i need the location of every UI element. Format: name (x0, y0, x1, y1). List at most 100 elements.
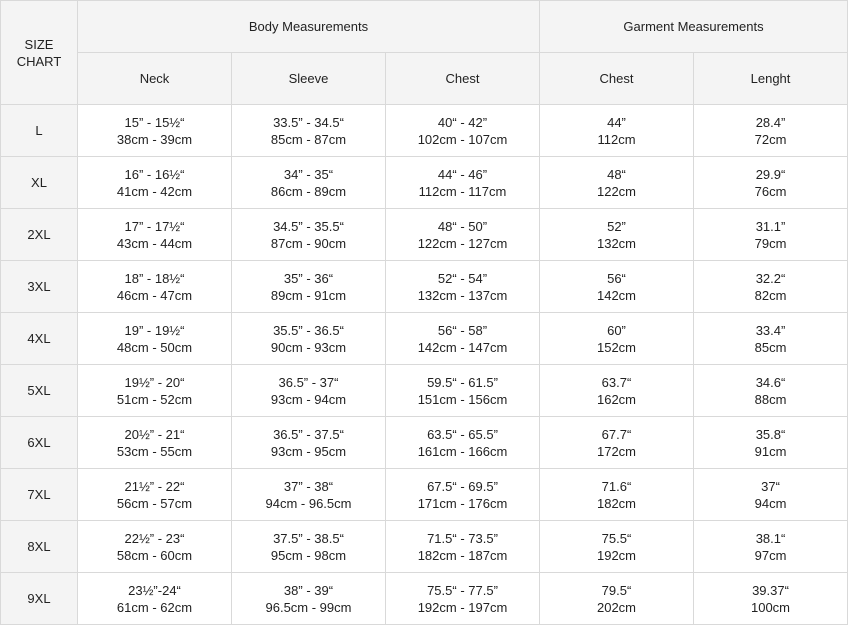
garment-chest-cell: 79.5“ 202cm (539, 572, 694, 625)
inches-value: 79.5“ (601, 582, 632, 598)
sleeve-cell: 38” - 39“ 96.5cm - 99cm (231, 572, 386, 625)
inches-value: 32.2“ (755, 270, 786, 286)
size-label: 9XL (0, 572, 78, 625)
inches-value: 35” - 36“ (283, 270, 334, 286)
inches-value: 38” - 39“ (283, 582, 334, 598)
sleeve-cell: 34.5” - 35.5“ 87cm - 90cm (231, 208, 386, 261)
inches-value: 22½” - 23“ (124, 530, 185, 546)
centimeters-value: 93cm - 94cm (270, 391, 347, 407)
column-header-row: Neck Sleeve Chest Chest Lenght (1, 52, 848, 105)
inches-value: 39.37“ (752, 582, 789, 598)
centimeters-value: 97cm (754, 547, 787, 563)
sleeve-cell: 37” - 38“ 94cm - 96.5cm (231, 468, 386, 521)
garment-chest-cell: 60” 152cm (539, 312, 694, 365)
size-label: 7XL (0, 468, 78, 521)
centimeters-value: 151cm - 156cm (417, 391, 508, 407)
table-row: L 15” - 15½“ 38cm - 39cm 33.5” - 34.5“ 85cm … (0, 104, 848, 157)
inches-value: 36.5” - 37“ (278, 374, 339, 390)
centimeters-value: 162cm (596, 391, 637, 407)
garment-chest-cell: 56“ 142cm (539, 260, 694, 313)
column-header-neck: Neck (77, 52, 232, 105)
centimeters-value: 53cm - 55cm (116, 443, 193, 459)
neck-cell: 16” - 16½“ 41cm - 42cm (77, 156, 232, 209)
size-label: 5XL (0, 364, 78, 417)
size-label: 8XL (0, 520, 78, 573)
garment-measurements-header: Garment Measurements (538, 0, 848, 53)
inches-value: 29.9“ (755, 166, 786, 182)
body-chest-cell: 75.5“ - 77.5” 192cm - 197cm (385, 572, 540, 625)
inches-value: 34.6“ (755, 374, 786, 390)
centimeters-value: 112cm (597, 131, 636, 147)
sleeve-cell: 35.5” - 36.5“ 90cm - 93cm (231, 312, 386, 365)
table-row: 5XL 19½” - 20“ 51cm - 52cm 36.5” - 37“ 93cm … (0, 364, 848, 417)
sleeve-cell: 36.5” - 37.5“ 93cm - 95cm (231, 416, 386, 469)
centimeters-value: 171cm - 176cm (417, 495, 508, 511)
body-chest-cell: 71.5“ - 73.5” 182cm - 187cm (385, 520, 540, 573)
centimeters-value: 61cm - 62cm (116, 599, 193, 615)
group-header-row: SIZE CHART Body Measurements Garment Mea… (0, 0, 848, 105)
garment-chest-cell: 48“ 122cm (539, 156, 694, 209)
centimeters-value: 152cm (596, 339, 637, 355)
centimeters-value: 94cm - 96.5cm (265, 495, 352, 511)
garment-chest-cell: 75.5“ 192cm (539, 520, 694, 573)
centimeters-value: 182cm (596, 495, 637, 511)
length-cell: 29.9“ 76cm (692, 156, 848, 209)
sleeve-cell: 37.5” - 38.5“ 95cm - 98cm (231, 520, 386, 573)
inches-value: 67.7“ (601, 426, 632, 442)
centimeters-value: 76cm (754, 183, 787, 199)
centimeters-value: 94cm (754, 495, 787, 511)
inches-value: 44“ - 46” (437, 166, 488, 182)
length-cell: 33.4” 85cm (692, 312, 848, 365)
table-row: 8XL 22½” - 23“ 58cm - 60cm 37.5” - 38.5“ 95c… (0, 520, 848, 573)
centimeters-value: 56cm - 57cm (116, 495, 193, 511)
column-header-garment-chest: Chest (539, 52, 694, 105)
garment-chest-cell: 63.7“ 162cm (539, 364, 694, 417)
neck-cell: 15” - 15½“ 38cm - 39cm (77, 104, 232, 157)
size-label: XL (0, 156, 78, 209)
inches-value: 34.5” - 35.5“ (273, 218, 344, 234)
inches-value: 56“ (607, 270, 626, 286)
centimeters-value: 132cm - 137cm (417, 287, 508, 303)
inches-value: 60” (607, 322, 626, 338)
inches-value: 35.5” - 36.5“ (273, 322, 344, 338)
centimeters-value: 43cm - 44cm (116, 235, 193, 251)
centimeters-value: 58cm - 60cm (116, 547, 193, 563)
column-header-sleeve: Sleeve (231, 52, 386, 105)
length-cell: 28.4” 72cm (692, 104, 848, 157)
inches-value: 18” - 18½“ (124, 270, 185, 286)
neck-cell: 19½” - 20“ 51cm - 52cm (77, 364, 232, 417)
size-label: 3XL (0, 260, 78, 313)
centimeters-value: 122cm - 127cm (417, 235, 508, 251)
size-label: L (0, 104, 78, 157)
centimeters-value: 86cm - 89cm (270, 183, 347, 199)
size-label: 6XL (0, 416, 78, 469)
centimeters-value: 87cm - 90cm (270, 235, 347, 251)
centimeters-value: 79cm (754, 235, 787, 251)
sleeve-cell: 34” - 35“ 86cm - 89cm (231, 156, 386, 209)
body-chest-cell: 56“ - 58” 142cm - 147cm (385, 312, 540, 365)
inches-value: 38.1“ (755, 530, 786, 546)
centimeters-value: 172cm (596, 443, 637, 459)
length-cell: 32.2“ 82cm (692, 260, 848, 313)
inches-value: 52“ - 54” (437, 270, 488, 286)
centimeters-value: 182cm - 187cm (417, 547, 508, 563)
table-row: XL 16” - 16½“ 41cm - 42cm 34” - 35“ 86cm - 8… (0, 156, 848, 209)
size-chart-body: SIZE CHART Body Measurements Garment Mea… (0, 0, 848, 625)
centimeters-value: 112cm - 117cm (418, 183, 507, 199)
centimeters-value: 38cm - 39cm (116, 131, 193, 147)
centimeters-value: 132cm (596, 235, 637, 251)
neck-cell: 18” - 18½“ 46cm - 47cm (77, 260, 232, 313)
length-cell: 38.1“ 97cm (692, 520, 848, 573)
sleeve-cell: 35” - 36“ 89cm - 91cm (231, 260, 386, 313)
size-label: 2XL (0, 208, 78, 261)
centimeters-value: 41cm - 42cm (116, 183, 193, 199)
centimeters-value: 142cm (596, 287, 637, 303)
inches-value: 67.5“ - 69.5” (427, 478, 498, 494)
length-cell: 39.37“ 100cm (692, 572, 848, 625)
size-label: 4XL (0, 312, 78, 365)
inches-value: 37.5” - 38.5“ (273, 530, 344, 546)
inches-value: 19½” - 20“ (124, 374, 185, 390)
inches-value: 37” - 38“ (283, 478, 334, 494)
length-cell: 31.1” 79cm (692, 208, 848, 261)
inches-value: 28.4” (755, 114, 786, 130)
